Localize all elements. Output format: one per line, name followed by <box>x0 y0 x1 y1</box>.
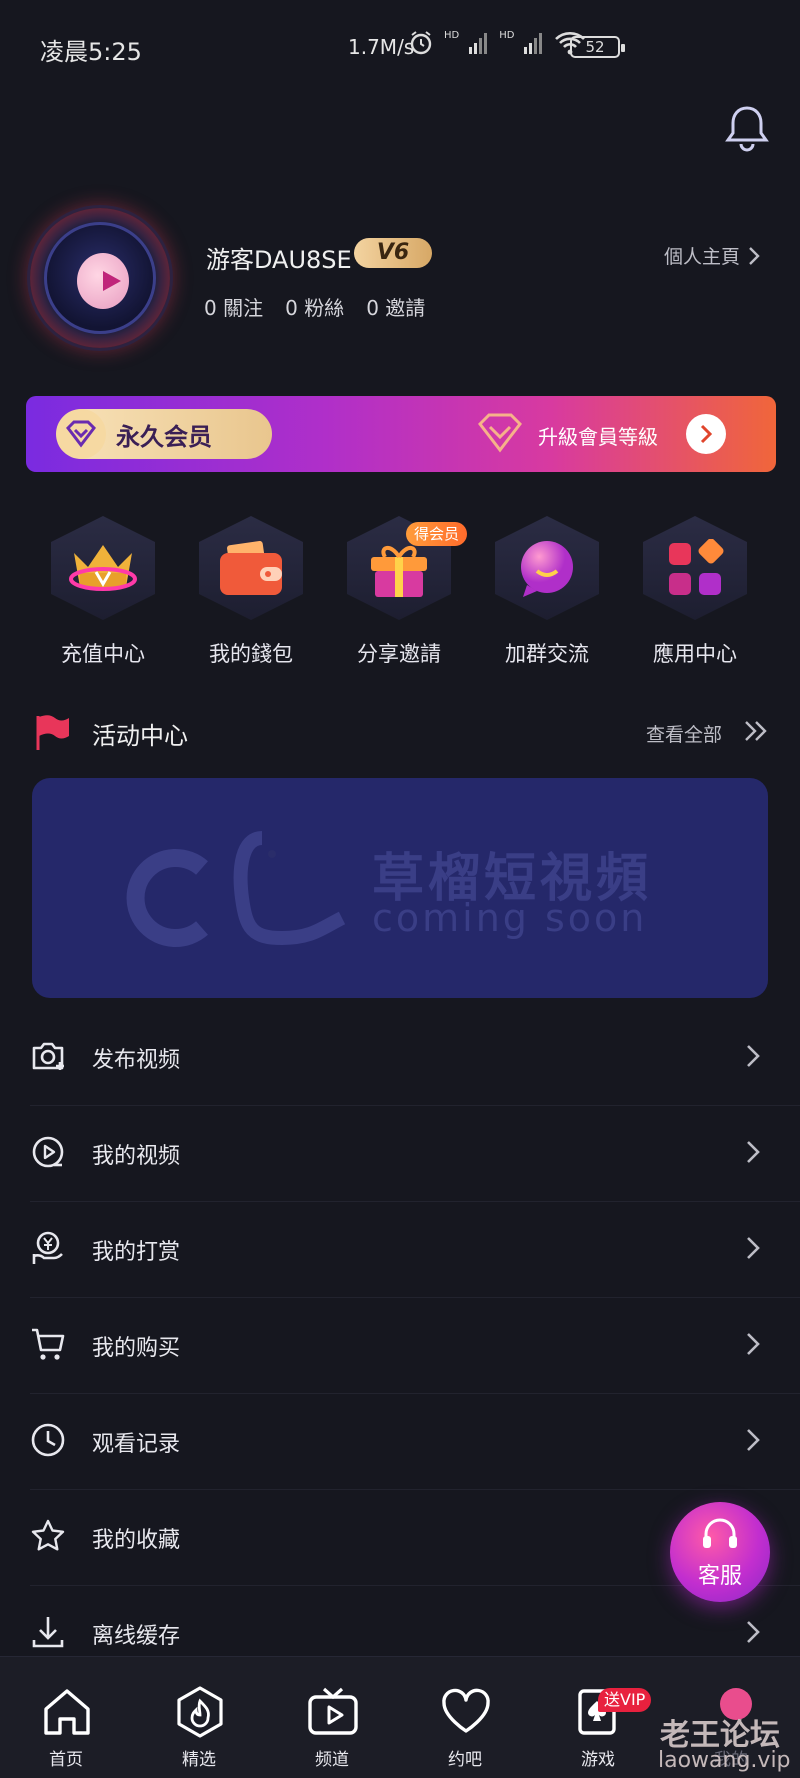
customer-service-label: 客服 <box>697 1564 742 1589</box>
level-badge: V6 <box>354 238 432 268</box>
menu-item-my-purchases[interactable]: 我的购买 <box>30 1298 800 1394</box>
upgrade-diamond-icon <box>478 413 522 453</box>
menu-label: 我的购买 <box>92 1336 181 1361</box>
menu-label: 我的打赏 <box>92 1240 181 1265</box>
feature-wallet[interactable]: 我的錢包 <box>196 516 306 676</box>
membership-status-label: 永久会员 <box>116 422 212 451</box>
chevron-right-icon <box>747 1045 760 1067</box>
tab-meet[interactable]: 约吧 <box>399 1657 531 1778</box>
chevron-right-icon <box>747 1237 760 1259</box>
signal-icon: HD <box>444 29 460 41</box>
feature-label: 應用中心 <box>653 642 737 666</box>
feature-label: 分享邀請 <box>357 642 441 666</box>
status-time: 凌晨5:25 <box>40 38 142 66</box>
chevron-right-icon <box>747 1621 760 1643</box>
chevron-right-icon <box>747 1141 760 1163</box>
menu-item-my-rewards[interactable]: 我的打赏 <box>30 1202 800 1298</box>
membership-status: 永久会员 <box>56 409 272 459</box>
avatar[interactable] <box>30 208 170 348</box>
flame-icon <box>177 1686 223 1738</box>
tab-games[interactable]: 游戏 <box>532 1657 664 1778</box>
feature-label: 加群交流 <box>505 642 589 666</box>
tab-label: 游戏 <box>581 1750 615 1770</box>
tab-featured[interactable]: 精选 <box>133 1657 265 1778</box>
feature-app-center[interactable]: 應用中心 <box>640 516 750 676</box>
camera-icon <box>32 1042 64 1070</box>
menu-label: 观看记录 <box>92 1432 181 1457</box>
tab-home[interactable]: 首页 <box>0 1657 132 1778</box>
menu-item-my-videos[interactable]: 我的视频 <box>30 1106 800 1202</box>
flag-icon <box>36 715 69 750</box>
notification-bell-icon[interactable] <box>724 104 770 152</box>
stat-fans[interactable]: 0 粉絲 <box>285 292 344 321</box>
app-logo-icon <box>77 253 129 309</box>
menu-label: 我的收藏 <box>92 1528 181 1553</box>
upgrade-button[interactable] <box>686 414 726 454</box>
menu-item-watch-history[interactable]: 观看记录 <box>30 1394 800 1490</box>
banner-subtitle: coming soon <box>372 896 648 940</box>
reward-badge: 得会员 <box>406 522 468 546</box>
stat-following[interactable]: 0 關注 <box>204 292 263 321</box>
tab-label: 频道 <box>315 1750 349 1770</box>
chat-bubble-icon <box>512 534 582 604</box>
tv-icon <box>308 1687 358 1735</box>
feature-join-group[interactable]: 加群交流 <box>492 516 602 676</box>
upgrade-label: 升級會員等級 <box>538 425 658 449</box>
download-icon <box>32 1617 64 1648</box>
tab-channels[interactable]: 频道 <box>266 1657 398 1778</box>
star-icon <box>31 1519 65 1551</box>
diamond-icon <box>56 409 106 459</box>
status-bar: 凌晨5:25 1.7M/s HD HD 52 <box>0 0 800 90</box>
crown-icon <box>68 534 138 604</box>
video-play-icon <box>32 1136 64 1168</box>
tab-label: 精选 <box>182 1750 216 1770</box>
stat-invites[interactable]: 0 邀請 <box>366 292 425 321</box>
activity-banner[interactable]: 草榴短視頻 coming soon <box>32 778 768 998</box>
menu-label: 发布视频 <box>92 1048 181 1073</box>
homepage-link[interactable]: 個人主頁 <box>664 242 760 269</box>
menu-label: 离线缓存 <box>92 1624 181 1649</box>
chevron-right-icon <box>749 246 760 265</box>
feature-label: 我的錢包 <box>209 642 293 666</box>
apps-icon <box>660 534 730 604</box>
chevron-right-icon <box>747 1429 760 1451</box>
signal-icon-2: HD <box>499 29 515 41</box>
tab-label: 约吧 <box>448 1750 482 1770</box>
profile-stats: 0 關注 0 粉絲 0 邀請 <box>204 292 425 321</box>
avatar-image <box>44 222 156 334</box>
feature-label: 充值中心 <box>61 642 145 666</box>
view-all-link[interactable]: 查看全部 <box>646 720 722 747</box>
alarm-icon <box>410 31 432 55</box>
yuan-hand-icon <box>32 1231 63 1264</box>
menu-item-publish-video[interactable]: 发布视频 <box>30 1010 800 1106</box>
homepage-label: 個人主頁 <box>664 246 741 268</box>
double-chevron-right-icon[interactable] <box>744 720 768 742</box>
feature-recharge[interactable]: 充值中心 <box>48 516 158 676</box>
battery-indicator: 52 <box>570 36 625 58</box>
feature-share[interactable]: 得会员 分享邀請 <box>344 516 468 676</box>
tab-label: 首页 <box>49 1750 83 1770</box>
signal-bars-icon-2 <box>524 33 543 54</box>
watermark-url: laowang.vip <box>658 1748 791 1773</box>
username: 游客DAU8SE <box>206 246 352 274</box>
headset-icon <box>703 1518 737 1548</box>
brand-logo-icon <box>126 831 346 947</box>
membership-banner[interactable]: 永久会员 升級會員等級 <box>26 396 776 472</box>
status-net-speed: 1.7M/s <box>348 35 415 59</box>
chevron-right-icon <box>747 1333 760 1355</box>
heart-icon <box>442 1688 490 1733</box>
menu-label: 我的视频 <box>92 1144 181 1169</box>
home-icon <box>44 1689 90 1735</box>
gift-vip-badge: 送VIP <box>598 1688 652 1712</box>
customer-service-button[interactable]: 客服 <box>670 1502 770 1602</box>
cart-icon <box>32 1328 65 1360</box>
signal-bars-icon <box>469 33 488 54</box>
clock-icon <box>31 1423 65 1457</box>
wallet-icon <box>216 534 286 604</box>
profile-page: 凌晨5:25 1.7M/s HD HD 52 游客DAU8SE V6 0 關注 … <box>0 0 800 1778</box>
status-icons: HD HD <box>408 30 586 56</box>
chevron-right-icon <box>700 424 712 444</box>
activity-center-title: 活动中心 <box>92 722 188 750</box>
